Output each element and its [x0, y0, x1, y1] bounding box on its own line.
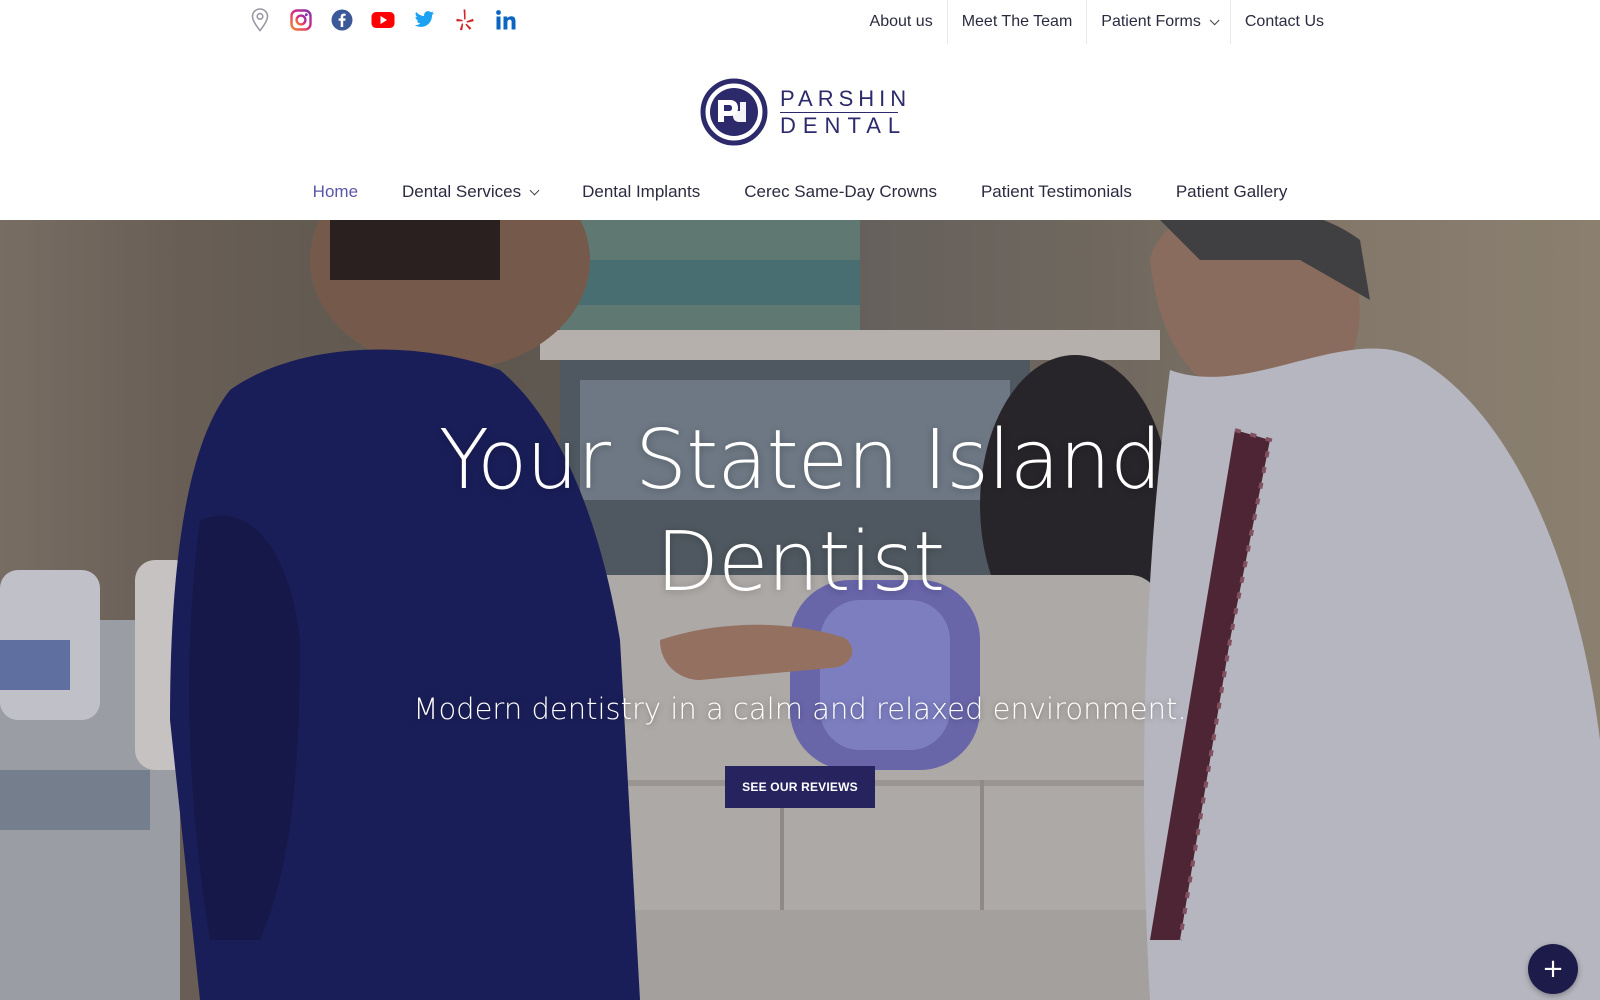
- floating-action-button[interactable]: +: [1528, 944, 1578, 994]
- logo-line-1: PARSHIN: [780, 85, 912, 111]
- nav-contact-us[interactable]: Contact Us: [1231, 0, 1324, 44]
- facebook-icon[interactable]: [330, 8, 354, 32]
- hero-content: Your Staten Island Dentist Modern dentis…: [0, 220, 1600, 1000]
- nav-patient-forms-label: Patient Forms: [1101, 13, 1201, 30]
- nav-patient-testimonials[interactable]: Patient Testimonials: [959, 182, 1154, 216]
- hero-title-line-2: Dentist: [655, 515, 945, 610]
- nav-meet-the-team-label: Meet The Team: [961, 13, 1073, 30]
- nav-patient-gallery[interactable]: Patient Gallery: [1154, 182, 1310, 216]
- chevron-down-icon: [1209, 14, 1220, 25]
- logo-wordmark: PARSHIN DENTAL: [780, 85, 912, 139]
- nav-patient-forms[interactable]: Patient Forms: [1087, 0, 1231, 44]
- nav-contact-us-label: Contact Us: [1244, 13, 1324, 30]
- linkedin-icon[interactable]: [494, 8, 518, 32]
- site-logo[interactable]: PARSHIN DENTAL: [700, 78, 911, 146]
- yelp-icon[interactable]: [453, 8, 477, 32]
- main-nav: Home Dental Services Dental Implants Cer…: [0, 182, 1600, 216]
- top-utility-bar: About us Meet The Team Patient Forms Con…: [0, 0, 1600, 44]
- nav-about-us[interactable]: About us: [856, 0, 948, 44]
- social-links: [248, 8, 518, 32]
- nav-dental-services[interactable]: Dental Services: [380, 182, 560, 216]
- utility-nav: About us Meet The Team Patient Forms Con…: [856, 0, 1324, 44]
- hero-title-line-1: Your Staten Island: [438, 413, 1162, 508]
- logo-mark-icon: [700, 78, 768, 146]
- nav-about-us-label: About us: [869, 13, 933, 30]
- logo-line-2: DENTAL: [780, 113, 908, 139]
- nav-cerec-crowns[interactable]: Cerec Same-Day Crowns: [722, 182, 959, 216]
- nav-meet-the-team[interactable]: Meet The Team: [948, 0, 1088, 44]
- nav-dental-services-label: Dental Services: [402, 182, 522, 201]
- map-pin-icon[interactable]: [248, 8, 272, 32]
- nav-dental-implants[interactable]: Dental Implants: [560, 182, 722, 216]
- chevron-down-icon: [529, 185, 540, 196]
- see-our-reviews-button[interactable]: SEE OUR REVIEWS: [725, 766, 875, 808]
- youtube-icon[interactable]: [371, 8, 395, 32]
- hero-section: Your Staten Island Dentist Modern dentis…: [0, 220, 1600, 1000]
- twitter-icon[interactable]: [412, 8, 436, 32]
- plus-icon: +: [1542, 954, 1564, 984]
- hero-title: Your Staten Island Dentist: [400, 410, 1200, 614]
- instagram-icon[interactable]: [289, 8, 313, 32]
- hero-subtitle: Modern dentistry in a calm and relaxed e…: [413, 692, 1187, 726]
- nav-home[interactable]: Home: [291, 182, 380, 216]
